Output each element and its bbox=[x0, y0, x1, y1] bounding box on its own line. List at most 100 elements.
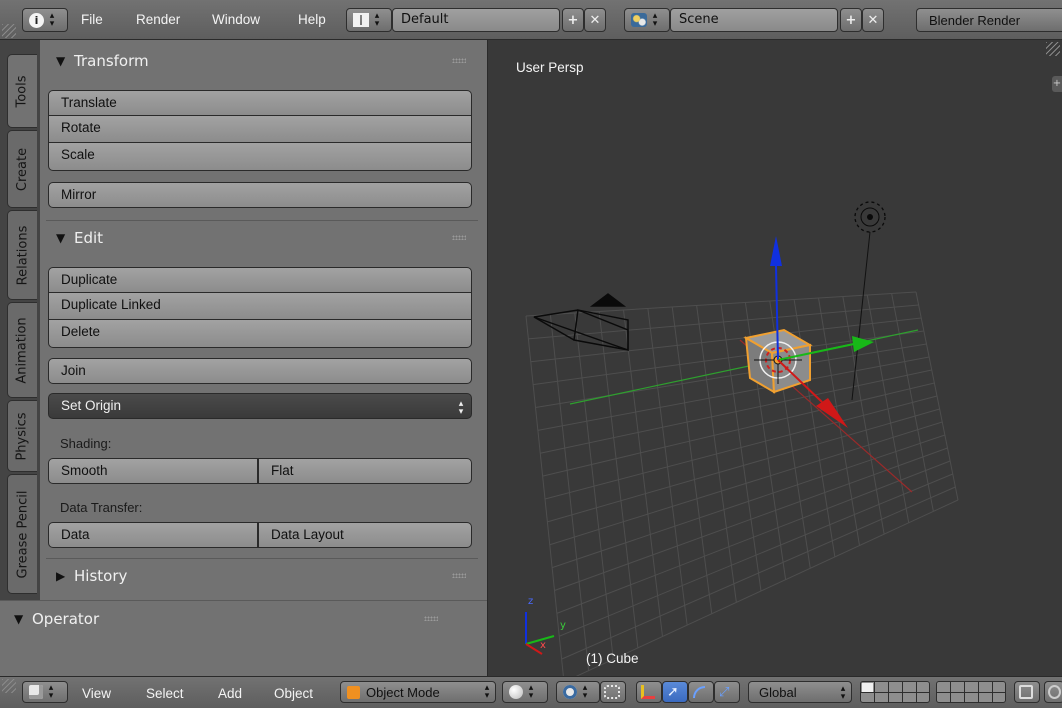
viewport-canvas[interactable] bbox=[488, 40, 1062, 676]
plus-icon: + bbox=[567, 12, 579, 28]
layer-buttons-group-2[interactable] bbox=[936, 681, 1006, 703]
set-origin-dropdown[interactable]: Set Origin ▴ ▾ bbox=[48, 393, 472, 419]
menu-select[interactable]: Select bbox=[146, 684, 184, 704]
add-scene-button[interactable]: + bbox=[840, 8, 862, 32]
panel-header-history[interactable]: ▶ History bbox=[40, 561, 480, 591]
updown-icon: ▴ ▾ bbox=[528, 683, 534, 701]
drag-grip-icon[interactable] bbox=[452, 573, 466, 578]
area-corner-handle[interactable] bbox=[2, 24, 16, 38]
translate-button[interactable]: Translate bbox=[48, 90, 472, 116]
manipulator-toggle-button[interactable] bbox=[636, 681, 662, 703]
tool-shelf-tabs: Tools Create Relations Animation Physics… bbox=[0, 40, 40, 600]
collapsed-triangle-icon: ▶ bbox=[56, 569, 66, 583]
properties-toggle-button[interactable]: + bbox=[1052, 76, 1062, 92]
solid-shading-icon bbox=[509, 685, 523, 699]
transform-orientation-dropdown[interactable]: Global ▴ ▾ bbox=[748, 681, 852, 703]
menu-object[interactable]: Object bbox=[274, 684, 313, 704]
render-engine-dropdown[interactable]: Blender Render bbox=[916, 8, 1062, 32]
grid-line bbox=[549, 421, 943, 546]
menu-file[interactable]: File bbox=[81, 10, 103, 30]
shading-flat-button[interactable]: Flat bbox=[258, 458, 472, 484]
grid-line bbox=[915, 291, 959, 501]
tab-label: Relations bbox=[15, 225, 31, 285]
grid-line bbox=[842, 296, 885, 535]
drag-grip-icon[interactable] bbox=[452, 235, 466, 240]
grid-line bbox=[891, 293, 934, 512]
updown-icon: ▴ ▾ bbox=[484, 683, 490, 701]
menu-help[interactable]: Help bbox=[298, 10, 326, 30]
info-icon: i bbox=[29, 12, 44, 28]
scene-name-field[interactable]: Scene bbox=[670, 8, 838, 32]
interaction-mode-dropdown[interactable]: Object Mode ▴ ▾ bbox=[340, 681, 496, 703]
3d-view-header: ▴ ▾ View Select Add Object Object Mode ▴ ▾… bbox=[0, 676, 1062, 708]
menu-view[interactable]: View bbox=[82, 684, 111, 704]
mode-label: Object Mode bbox=[366, 684, 440, 700]
editor-type-button[interactable]: ▴ ▾ bbox=[22, 681, 68, 703]
updown-icon: ▴ ▾ bbox=[458, 398, 464, 416]
tab-physics[interactable]: Physics bbox=[7, 400, 37, 472]
editor-type-button[interactable]: i ▴ ▾ bbox=[22, 8, 68, 32]
layer-buttons-group-1[interactable] bbox=[860, 681, 930, 703]
area-corner-handle[interactable] bbox=[2, 679, 16, 693]
scene-browse-button[interactable]: ▴ ▾ bbox=[624, 8, 670, 32]
lock-camera-layers-button[interactable] bbox=[1014, 681, 1040, 703]
screen-layout-name-field[interactable]: Default bbox=[392, 8, 560, 32]
scene-icon bbox=[631, 13, 647, 27]
data-transfer-layout-button[interactable]: Data Layout bbox=[258, 522, 472, 548]
camera-object[interactable] bbox=[533, 293, 629, 351]
active-layer-indicator[interactable] bbox=[862, 683, 873, 692]
updown-icon: ▴ ▾ bbox=[374, 11, 380, 29]
panel-header-transform[interactable]: ▼ Transform bbox=[40, 46, 480, 76]
screen-layout-browse-button[interactable]: ▴ ▾ bbox=[346, 8, 392, 32]
operator-panel: ▼ Operator bbox=[0, 600, 487, 676]
manipulate-center-points-button[interactable] bbox=[600, 681, 626, 703]
updown-icon: ▴ ▾ bbox=[49, 11, 55, 29]
panel-header-operator[interactable]: ▼ Operator bbox=[0, 604, 440, 634]
scale-button[interactable]: Scale bbox=[48, 143, 472, 171]
cube-view-icon bbox=[29, 685, 43, 699]
tab-create[interactable]: Create bbox=[7, 130, 37, 208]
expand-triangle-icon: ▼ bbox=[56, 54, 66, 68]
join-button[interactable]: Join bbox=[48, 358, 472, 384]
shading-label: Shading: bbox=[60, 436, 112, 451]
y-axis-letter: y bbox=[560, 620, 566, 631]
z-axis-arrow bbox=[770, 236, 782, 266]
tab-label: Physics bbox=[15, 411, 31, 461]
panel-header-edit[interactable]: ▼ Edit bbox=[40, 223, 480, 253]
area-corner-handle[interactable] bbox=[1046, 42, 1060, 56]
updown-icon: ▴ ▾ bbox=[48, 683, 54, 701]
duplicate-linked-button[interactable]: Duplicate Linked bbox=[48, 293, 472, 320]
tab-tools[interactable]: Tools bbox=[7, 54, 37, 128]
menu-add[interactable]: Add bbox=[218, 684, 242, 704]
data-transfer-data-button[interactable]: Data bbox=[48, 522, 258, 548]
delete-button[interactable]: Delete bbox=[48, 320, 472, 348]
tab-relations[interactable]: Relations bbox=[7, 210, 37, 300]
panel-title: Transform bbox=[74, 52, 149, 70]
tab-grease-pencil[interactable]: Grease Pencil bbox=[7, 474, 37, 594]
3d-viewport[interactable]: User Persp (1) Cube z y x + bbox=[487, 40, 1062, 676]
drag-grip-icon[interactable] bbox=[452, 58, 466, 63]
tool-shelf: ▼ Transform Translate Rotate Scale Mirro… bbox=[40, 40, 487, 600]
add-screen-button[interactable]: + bbox=[562, 8, 584, 32]
panel-divider bbox=[46, 558, 478, 559]
proportional-editing-button[interactable] bbox=[1044, 681, 1062, 703]
menu-render[interactable]: Render bbox=[136, 10, 180, 30]
drag-grip-icon[interactable] bbox=[424, 616, 438, 621]
tab-animation[interactable]: Animation bbox=[7, 302, 37, 398]
scale-manipulator-button[interactable]: ⤢ bbox=[714, 681, 740, 703]
rotate-manipulator-button[interactable] bbox=[688, 681, 714, 703]
rotate-button[interactable]: Rotate bbox=[48, 116, 472, 143]
pivot-point-dropdown[interactable]: ▴ ▾ bbox=[556, 681, 600, 703]
mirror-button[interactable]: Mirror bbox=[48, 182, 472, 208]
rotate-arc-icon bbox=[693, 686, 705, 698]
delete-screen-button[interactable]: ✕ bbox=[584, 8, 606, 32]
viewport-shading-dropdown[interactable]: ▴ ▾ bbox=[502, 681, 548, 703]
delete-scene-button[interactable]: ✕ bbox=[862, 8, 884, 32]
tab-label: Tools bbox=[15, 74, 30, 108]
duplicate-button[interactable]: Duplicate bbox=[48, 267, 472, 293]
data-transfer-label: Data Transfer: bbox=[60, 500, 143, 515]
grid-line bbox=[793, 299, 836, 557]
translate-manipulator-button[interactable]: ➚ bbox=[662, 681, 688, 703]
menu-window[interactable]: Window bbox=[212, 10, 260, 30]
shading-smooth-button[interactable]: Smooth bbox=[48, 458, 258, 484]
